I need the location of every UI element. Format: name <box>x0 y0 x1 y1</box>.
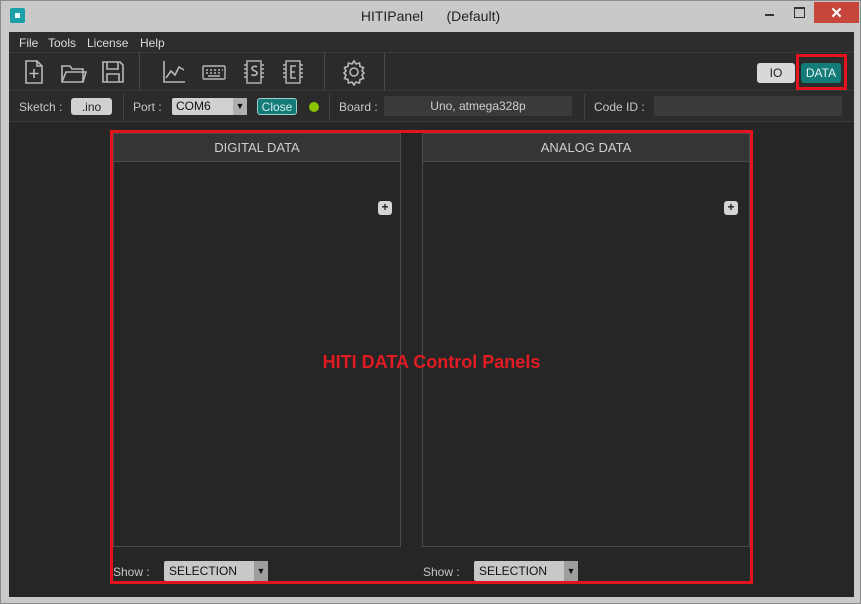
chevron-down-icon: ▼ <box>233 98 247 115</box>
menu-license[interactable]: License <box>87 36 128 50</box>
annotation-caption: HITI DATA Control Panels <box>322 352 541 372</box>
strip-divider <box>123 94 124 120</box>
strip-divider <box>329 94 330 120</box>
chart-icon[interactable] <box>160 58 188 86</box>
minimize-button[interactable] <box>755 2 783 23</box>
new-file-icon[interactable] <box>20 58 48 86</box>
strip-divider <box>584 94 585 120</box>
menu-tools[interactable]: Tools <box>48 36 76 50</box>
toolbar-divider <box>384 53 385 91</box>
port-value: COM6 <box>176 99 211 113</box>
menu-file[interactable]: File <box>19 36 38 50</box>
code-id-field <box>654 96 842 116</box>
code-id-label: Code ID : <box>594 100 645 114</box>
sketch-label: Sketch : <box>19 100 63 114</box>
menu-bar: File Tools License Help <box>9 32 854 53</box>
data-button-highlight <box>796 54 847 90</box>
sketch-file-button[interactable]: .ino <box>71 98 112 115</box>
toolbar-divider <box>324 53 325 91</box>
menu-help[interactable]: Help <box>140 36 165 50</box>
sketch-s-icon[interactable] <box>240 58 268 86</box>
maximize-button[interactable] <box>785 2 813 23</box>
board-field: Uno, atmega328p <box>384 96 572 116</box>
toolbar: IO DATA <box>9 53 854 91</box>
status-strip: Sketch : .ino Port : COM6 ▼ Close Board … <box>9 92 854 122</box>
eeprom-e-icon[interactable] <box>279 58 307 86</box>
app-window: HITIPanel (Default) ✕ File Tools License… <box>0 0 861 604</box>
connection-led-icon <box>309 102 319 112</box>
port-label: Port : <box>133 100 162 114</box>
gear-icon[interactable] <box>340 58 368 87</box>
close-window-button[interactable]: ✕ <box>814 2 859 23</box>
toolbar-divider <box>139 53 140 91</box>
title-bar[interactable]: HITIPanel (Default) ✕ <box>1 1 860 32</box>
client-area: File Tools License Help IO DATA Sketch:… <box>9 32 854 597</box>
window-title: HITIPanel (Default) <box>360 8 501 24</box>
open-folder-icon[interactable] <box>59 58 88 86</box>
board-label: Board : <box>339 100 378 114</box>
save-icon[interactable] <box>99 58 127 86</box>
close-port-button[interactable]: Close <box>257 98 297 115</box>
port-select[interactable]: COM6 ▼ <box>172 98 247 115</box>
keyboard-icon[interactable] <box>200 58 228 86</box>
io-button[interactable]: IO <box>757 63 795 83</box>
